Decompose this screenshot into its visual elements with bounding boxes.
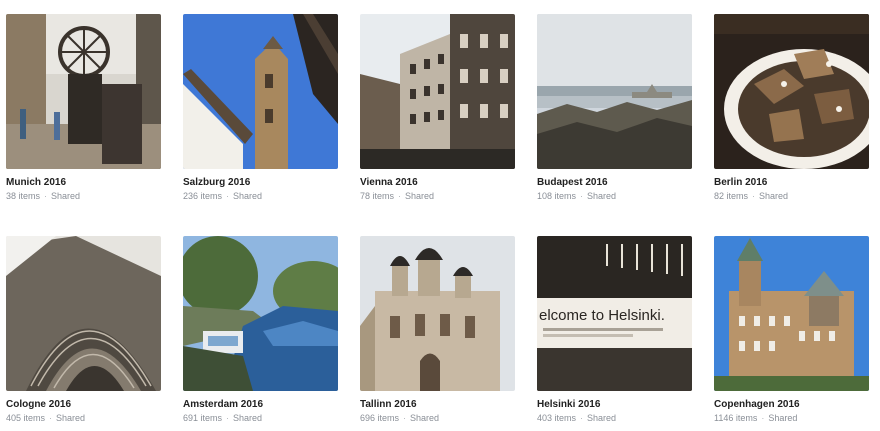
shared-status: Shared xyxy=(233,413,263,423)
item-count: 78 items xyxy=(360,191,395,201)
shared-status: Shared xyxy=(51,191,81,201)
album-card-tallinn[interactable]: Tallinn 2016 696 items · Shared xyxy=(360,236,515,424)
shared-status: Shared xyxy=(56,413,86,423)
album-title: Amsterdam 2016 xyxy=(183,399,264,410)
album-title: Berlin 2016 xyxy=(714,177,768,188)
album-meta: 108 items · Shared xyxy=(537,191,617,201)
album-cover-budapest[interactable] xyxy=(537,14,692,169)
album-title: Salzburg 2016 xyxy=(183,177,251,188)
album-card-vienna[interactable]: Vienna 2016 78 items · Shared xyxy=(360,14,515,202)
album-cover-amsterdam[interactable] xyxy=(183,236,338,391)
album-cover-vienna[interactable] xyxy=(360,14,515,169)
item-count: 82 items xyxy=(714,191,749,201)
item-count: 691 items xyxy=(183,413,223,423)
shared-status: Shared xyxy=(587,413,617,423)
album-meta: 696 items · Shared xyxy=(360,413,440,423)
item-count: 1146 items xyxy=(714,413,758,423)
album-title: Budapest 2016 xyxy=(537,177,608,188)
album-cover-tallinn[interactable] xyxy=(360,236,515,391)
item-count: 696 items xyxy=(360,413,400,423)
item-count: 38 items xyxy=(6,191,41,201)
shared-status: Shared xyxy=(587,191,617,201)
album-cover-copenhagen[interactable] xyxy=(714,236,869,391)
album-title: Vienna 2016 xyxy=(360,177,418,188)
album-meta: 236 items · Shared xyxy=(183,191,263,201)
album-card-berlin[interactable]: Berlin 2016 82 items · Shared xyxy=(714,14,869,202)
album-title: Munich 2016 xyxy=(6,177,67,188)
helsinki-sign-text: elcome to Helsinki. xyxy=(539,307,665,324)
shared-status: Shared xyxy=(759,191,789,201)
item-count: 405 items xyxy=(6,413,46,423)
album-title: Copenhagen 2016 xyxy=(714,399,800,410)
item-count: 403 items xyxy=(537,413,577,423)
album-meta: 691 items · Shared xyxy=(183,413,263,423)
album-meta: 38 items · Shared xyxy=(6,191,81,201)
album-cover-helsinki[interactable]: elcome to Helsinki. xyxy=(537,236,692,391)
item-count: 236 items xyxy=(183,191,223,201)
album-card-cologne[interactable]: Cologne 2016 405 items · Shared xyxy=(6,236,161,424)
album-cover-cologne[interactable] xyxy=(6,236,161,391)
album-title: Helsinki 2016 xyxy=(537,399,601,410)
album-cover-berlin[interactable] xyxy=(714,14,869,169)
album-card-copenhagen[interactable]: Copenhagen 2016 1146 items · Shared xyxy=(714,236,869,424)
shared-status: Shared xyxy=(768,413,798,423)
item-count: 108 items xyxy=(537,191,577,201)
album-meta: 78 items · Shared xyxy=(360,191,435,201)
album-card-budapest[interactable]: Budapest 2016 108 items · Shared xyxy=(537,14,692,202)
album-meta: 403 items · Shared xyxy=(537,413,617,423)
album-card-salzburg[interactable]: Salzburg 2016 236 items · Shared xyxy=(183,14,338,202)
album-title: Cologne 2016 xyxy=(6,399,72,410)
album-card-amsterdam[interactable]: Amsterdam 2016 691 items · Shared xyxy=(183,236,338,424)
album-title: Tallinn 2016 xyxy=(360,399,417,410)
album-meta: 1146 items · Shared xyxy=(714,413,798,423)
album-card-munich[interactable]: Munich 2016 38 items · Shared xyxy=(6,14,161,202)
album-meta: 82 items · Shared xyxy=(714,191,789,201)
shared-status: Shared xyxy=(410,413,440,423)
shared-status: Shared xyxy=(405,191,435,201)
shared-status: Shared xyxy=(233,191,263,201)
album-cover-salzburg[interactable] xyxy=(183,14,338,169)
album-cover-munich[interactable] xyxy=(6,14,161,169)
album-card-helsinki[interactable]: elcome to Helsinki. Helsinki 2016 403 it… xyxy=(537,236,692,424)
album-meta: 405 items · Shared xyxy=(6,413,86,423)
